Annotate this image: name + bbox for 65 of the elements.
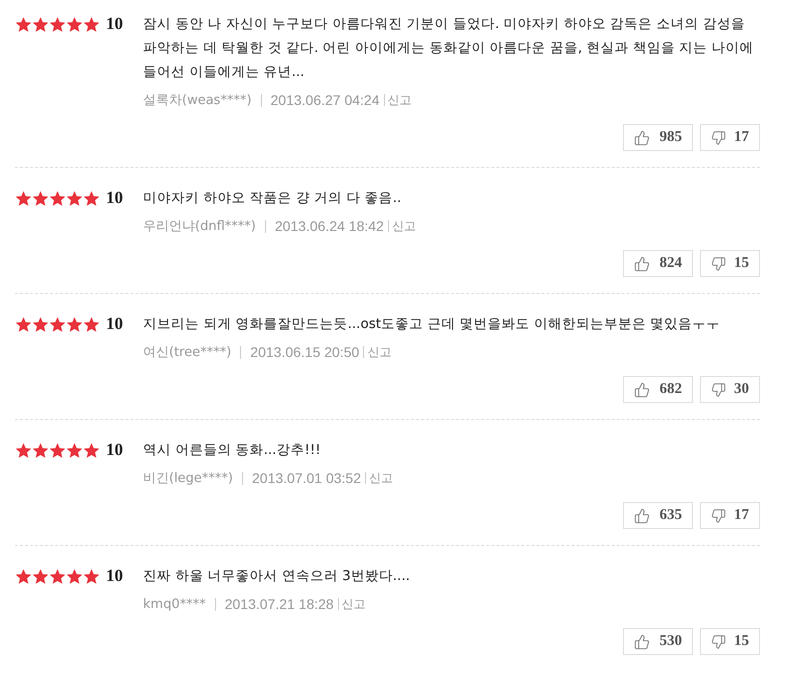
star-icon [66, 442, 83, 458]
star-icon [49, 190, 66, 206]
star-icon [15, 442, 32, 458]
review-text: 지브리는 되게 영화를잘만드는듯...ost도좋고 근데 몇번을봐도 이해한되는부분은 몇있음ㅜㅜ [143, 315, 722, 334]
review-date: 2013.06.15 20:50 [250, 344, 360, 360]
thumbs-down-icon [711, 508, 726, 524]
dislike-button[interactable]: 17 [700, 124, 760, 151]
star-icon [66, 568, 83, 584]
thumbs-down-icon [711, 130, 726, 146]
review-text: 미야자키 하야오 작품은 걍 거의 다 좋음.. [143, 189, 402, 208]
review-date: 2013.06.24 18:42 [274, 218, 384, 234]
like-button[interactable]: 635 [623, 502, 693, 529]
thumbs-up-icon [634, 508, 650, 524]
star-icon [49, 442, 66, 458]
review-date: 2013.07.01 03:52 [252, 470, 362, 486]
like-button[interactable]: 824 [623, 250, 693, 277]
review-author: 여신(tree****) [143, 346, 242, 358]
star-icon [83, 568, 100, 584]
star-icon [32, 568, 49, 584]
star-icon [66, 316, 83, 332]
star-icon [32, 16, 49, 32]
dislike-button[interactable]: 15 [700, 628, 760, 655]
star-icon [32, 190, 49, 206]
star-icon [15, 568, 32, 584]
star-icon [66, 190, 83, 206]
star-icon [49, 316, 66, 332]
star-icon [83, 442, 100, 458]
star-icon [66, 16, 83, 32]
dislike-button[interactable]: 30 [700, 376, 760, 403]
dislike-button[interactable]: 17 [700, 502, 760, 529]
like-button[interactable]: 530 [623, 628, 693, 655]
review-date: 2013.07.21 18:28 [224, 596, 334, 612]
thumbs-up-icon [634, 256, 650, 272]
review-date: 2013.06.27 04:24 [270, 92, 380, 108]
rating-score: 10 [106, 566, 123, 586]
like-button[interactable]: 682 [623, 376, 693, 403]
review-author: 비긴(lege****) [143, 472, 244, 484]
star-icon [83, 316, 100, 332]
rating-score: 10 [106, 188, 123, 208]
thumbs-down-icon [711, 256, 726, 272]
review-author: kmq0**** [143, 598, 216, 610]
thumbs-down-icon [711, 634, 726, 650]
star-icon [15, 190, 32, 206]
review-text: 잠시 동안 나 자신이 누구보다 아름다워진 기분이 들었다. 미야자키 하야오 감독은 소녀의 감성을 파악하는 데 탁월한 것 같다. 어린 아이에게는 동화같이 아름다운 꿈을, 현실과 책임을 지는 나이에 들어선 이들에게는 유년... [143, 15, 754, 82]
thumbs-up-icon [634, 634, 650, 650]
rating-score: 10 [106, 14, 123, 34]
rating-score: 10 [106, 440, 123, 460]
star-icon [15, 16, 32, 32]
review-text: 진짜 하울 너무좋아서 연속으러 3번봤다.... [143, 567, 411, 586]
dislike-button[interactable]: 15 [700, 250, 760, 277]
star-icon [32, 442, 49, 458]
star-icon [83, 16, 100, 32]
thumbs-down-icon [711, 382, 726, 398]
star-icon [32, 316, 49, 332]
star-icon [49, 568, 66, 584]
thumbs-up-icon [634, 382, 650, 398]
star-icon [15, 316, 32, 332]
review-author: 우리언냐(dnfl****) [143, 220, 266, 232]
star-icon [49, 16, 66, 32]
review-text: 역시 어른들의 동화...강추!!! [143, 441, 322, 460]
like-button[interactable]: 985 [623, 124, 693, 151]
review-author: 설록차(weas****) [143, 94, 262, 106]
rating-score: 10 [106, 314, 123, 334]
thumbs-up-icon [634, 130, 650, 146]
star-icon [83, 190, 100, 206]
